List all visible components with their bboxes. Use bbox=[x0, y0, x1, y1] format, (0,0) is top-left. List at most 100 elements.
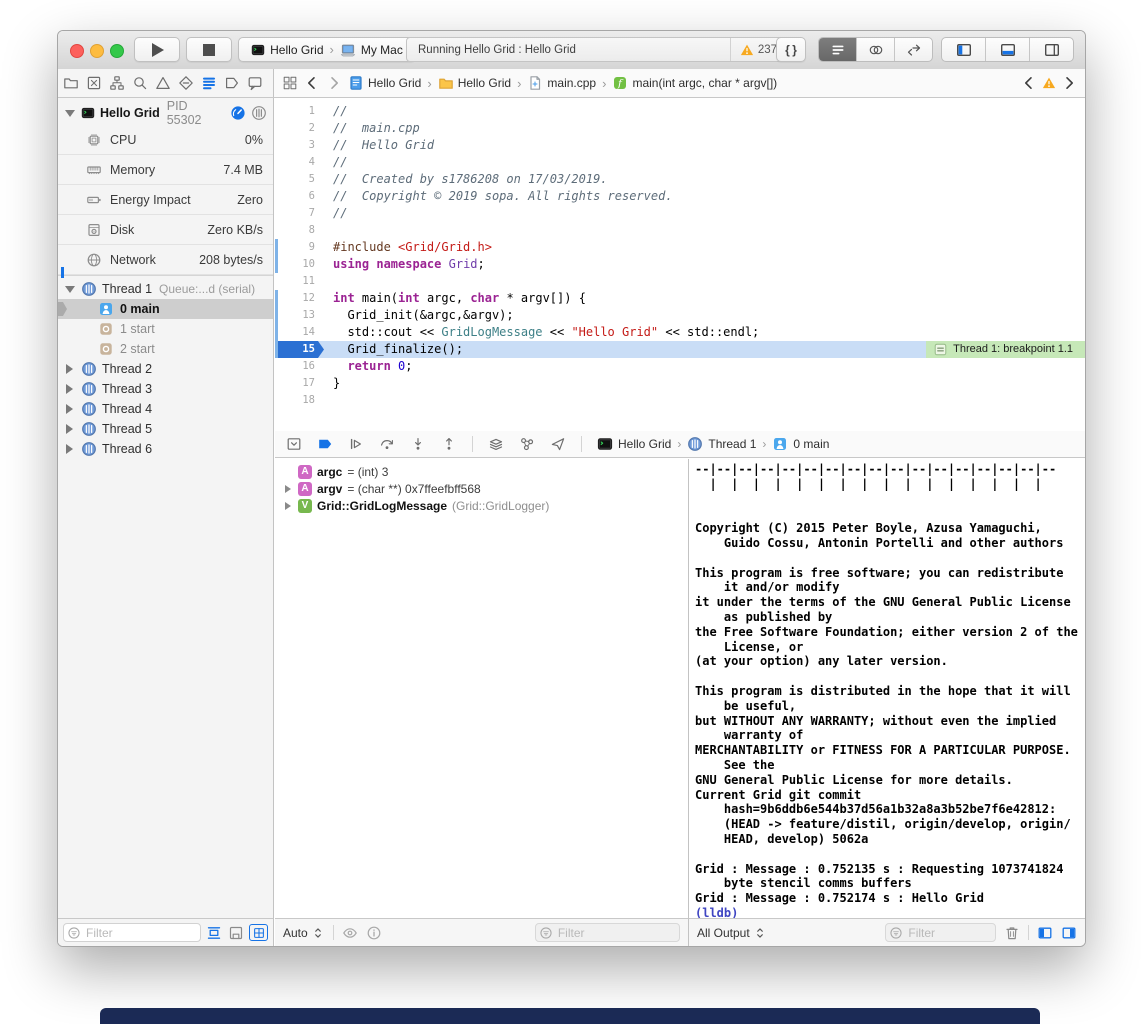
process-row[interactable]: Hello Grid PID 55302 bbox=[58, 98, 273, 125]
disclosure-triangle-icon[interactable] bbox=[283, 482, 293, 496]
show-only-interesting-frames-icon[interactable] bbox=[249, 924, 268, 941]
disclosure-triangle-icon[interactable] bbox=[66, 404, 73, 414]
variable-row[interactable]: Aargv= (char **) 0x7ffeefbff568 bbox=[275, 480, 688, 497]
stack-frame-row[interactable]: 0 main bbox=[58, 299, 273, 319]
info-icon[interactable] bbox=[366, 925, 382, 941]
navigator-filter-field[interactable] bbox=[63, 923, 201, 942]
line-number[interactable]: 1 bbox=[278, 103, 324, 120]
gauge-row-memory[interactable]: Memory7.4 MB bbox=[58, 155, 273, 185]
toggle-variables-pane-icon[interactable] bbox=[1037, 925, 1053, 941]
library-button[interactable]: { } bbox=[776, 37, 806, 62]
stack-frame-row[interactable]: 1 start bbox=[58, 319, 273, 339]
line-number[interactable]: 8 bbox=[278, 222, 324, 239]
line-number[interactable]: 17 bbox=[278, 375, 324, 392]
thread-view-icon[interactable] bbox=[251, 105, 267, 121]
simulate-location-icon[interactable] bbox=[550, 436, 566, 452]
assistant-editor-button[interactable] bbox=[857, 38, 895, 61]
line-number[interactable]: 9 bbox=[278, 239, 324, 256]
run-button[interactable] bbox=[134, 37, 180, 62]
disclosure-triangle-icon[interactable] bbox=[65, 286, 75, 293]
stack-frame-row[interactable]: 2 start bbox=[58, 339, 273, 359]
gauge-row-energy[interactable]: Energy ImpactZero bbox=[58, 185, 273, 215]
breakpoints-toggle-icon[interactable] bbox=[317, 436, 333, 452]
line-number[interactable]: 4 bbox=[278, 154, 324, 171]
debug-crumb[interactable]: 0 main bbox=[772, 436, 829, 452]
line-number[interactable]: 3 bbox=[278, 137, 324, 154]
gauge-row-disk[interactable]: DiskZero KB/s bbox=[58, 215, 273, 245]
navigator-tab-breakpoints[interactable] bbox=[224, 75, 240, 91]
variable-row[interactable]: VGrid::GridLogMessage(Grid::GridLogger) bbox=[275, 497, 688, 514]
hide-debug-area-icon[interactable] bbox=[286, 436, 302, 452]
gauge-view-icon[interactable] bbox=[230, 105, 246, 121]
gauge-row-cpu[interactable]: CPU0% bbox=[58, 125, 273, 155]
line-number[interactable]: 6 bbox=[278, 188, 324, 205]
navigator-tab-tests[interactable] bbox=[178, 75, 194, 91]
debug-crumb[interactable]: Thread 1 bbox=[687, 436, 756, 452]
console-filter-input[interactable] bbox=[906, 925, 992, 941]
step-over-icon[interactable] bbox=[379, 436, 395, 452]
navigator-tab-symbols[interactable] bbox=[109, 75, 125, 91]
navigator-filter-input[interactable] bbox=[84, 925, 197, 941]
thread-row[interactable]: Thread 3 bbox=[58, 379, 273, 399]
jumpbar-item[interactable]: Hello Grid bbox=[348, 75, 421, 91]
clear-console-trash-icon[interactable] bbox=[1004, 925, 1020, 941]
warning-icon[interactable] bbox=[1042, 76, 1056, 90]
view-hierarchy-icon[interactable] bbox=[488, 436, 504, 452]
variables-view[interactable]: Aargc= (int) 3Aargv= (char **) 0x7ffeefb… bbox=[275, 459, 688, 918]
debug-crumb[interactable]: Hello Grid bbox=[597, 436, 671, 452]
thread-row[interactable]: Thread 2 bbox=[58, 359, 273, 379]
line-number[interactable]: 16 bbox=[278, 358, 324, 375]
console-filter-field[interactable] bbox=[885, 923, 996, 942]
line-number[interactable]: 13 bbox=[278, 307, 324, 324]
quicklook-eye-icon[interactable] bbox=[342, 925, 358, 941]
show-crashed-threads-icon[interactable] bbox=[227, 925, 245, 941]
toggle-inspector-button[interactable] bbox=[1030, 38, 1073, 61]
toggle-debug-area-button[interactable] bbox=[986, 38, 1030, 61]
disclosure-triangle-icon[interactable] bbox=[66, 384, 73, 394]
step-into-icon[interactable] bbox=[410, 436, 426, 452]
jumpbar-item[interactable]: fmain(int argc, char * argv[]) bbox=[612, 75, 777, 91]
source-editor[interactable]: 1//2// main.cpp3// Hello Grid4//5// Crea… bbox=[275, 98, 1085, 431]
variable-row[interactable]: Aargc= (int) 3 bbox=[275, 463, 688, 480]
show-running-blocks-icon[interactable] bbox=[205, 925, 223, 941]
standard-editor-button[interactable] bbox=[819, 38, 857, 61]
line-number[interactable]: 7 bbox=[278, 205, 324, 222]
disclosure-triangle-icon[interactable] bbox=[283, 499, 293, 513]
disclosure-triangle-icon[interactable] bbox=[66, 364, 73, 374]
thread-row[interactable]: Thread 5 bbox=[58, 419, 273, 439]
line-number[interactable]: 2 bbox=[278, 120, 324, 137]
related-items-icon[interactable] bbox=[282, 75, 298, 91]
disclosure-triangle-icon[interactable] bbox=[66, 424, 73, 434]
variables-scope-popup[interactable]: Auto bbox=[283, 926, 325, 940]
navigator-tab-reports[interactable] bbox=[247, 75, 263, 91]
navigator-tab-project[interactable] bbox=[63, 75, 79, 91]
continue-execution-icon[interactable] bbox=[348, 436, 364, 452]
jumpbar-item[interactable]: main.cpp bbox=[527, 75, 596, 91]
breakpoint-annotation[interactable]: Thread 1: breakpoint 1.1 bbox=[926, 341, 1085, 358]
line-number[interactable]: 11 bbox=[278, 273, 324, 290]
thread-row[interactable]: Thread 6 bbox=[58, 439, 273, 459]
version-editor-button[interactable] bbox=[895, 38, 932, 61]
next-issue-icon[interactable] bbox=[1061, 75, 1077, 91]
navigator-tab-search[interactable] bbox=[132, 75, 148, 91]
line-number[interactable]: 10 bbox=[278, 256, 324, 273]
line-number[interactable]: 18 bbox=[278, 392, 324, 409]
thread-row[interactable]: Thread 1Queue:...d (serial) bbox=[58, 279, 273, 299]
navigator-tab-issues[interactable] bbox=[155, 75, 171, 91]
line-number[interactable]: 12 bbox=[278, 290, 324, 307]
navigator-tab-source-control[interactable] bbox=[86, 75, 102, 91]
forward-icon[interactable] bbox=[326, 75, 342, 91]
jumpbar-item[interactable]: Hello Grid bbox=[438, 75, 511, 91]
memory-graph-icon[interactable] bbox=[519, 436, 535, 452]
console-scope-popup[interactable]: All Output bbox=[697, 926, 767, 940]
toggle-console-pane-icon[interactable] bbox=[1061, 925, 1077, 941]
scheme-selector[interactable]: Hello Grid › My Mac bbox=[238, 37, 416, 62]
debug-console[interactable]: --|--|--|--|--|--|--|--|--|--|--|--|--|-… bbox=[688, 459, 1085, 918]
gauge-row-network[interactable]: Network208 bytes/s bbox=[58, 245, 273, 275]
breakpoint-line-number[interactable]: 15 bbox=[278, 341, 324, 358]
stop-button[interactable] bbox=[186, 37, 232, 62]
toggle-navigator-button[interactable] bbox=[942, 38, 986, 61]
maximize-window-button[interactable] bbox=[110, 44, 124, 58]
line-number[interactable]: 5 bbox=[278, 171, 324, 188]
step-out-icon[interactable] bbox=[441, 436, 457, 452]
